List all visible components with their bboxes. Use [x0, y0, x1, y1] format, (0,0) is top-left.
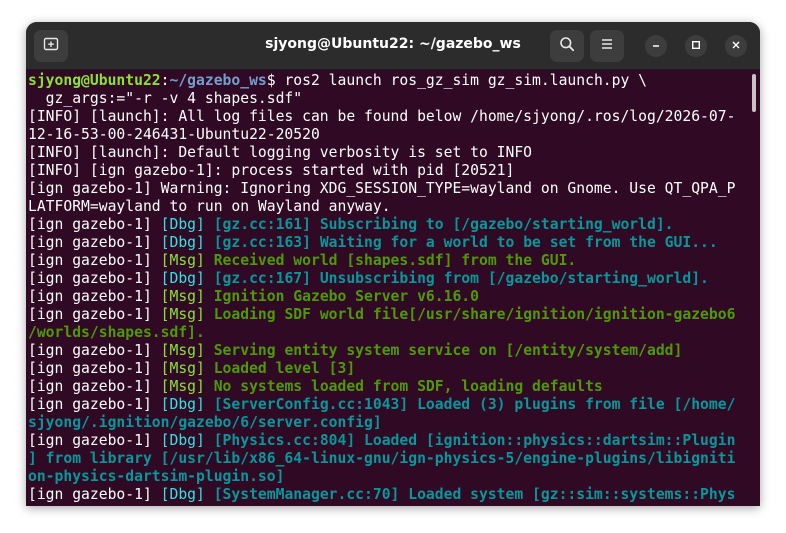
prompt-symbol: $ — [266, 72, 276, 89]
title-bar[interactable]: sjyong@Ubuntu22: ~/gazebo_ws — [26, 22, 760, 70]
terminal-line: ] from library [/usr/lib/x86_64-linux-gn… — [28, 450, 736, 467]
log-level: [Dbg] — [160, 396, 205, 413]
log-message: [gz.cc:161] Subscribing to [/gazebo/star… — [204, 216, 674, 233]
log-level: [Msg] — [160, 360, 205, 377]
command-continuation: gz_args:="-r -v 4 shapes.sdf" — [28, 90, 303, 107]
terminal-window: sjyong@Ubuntu22: ~/gazebo_ws sjyong@Ubun… — [26, 22, 760, 506]
maximize-icon — [691, 37, 701, 55]
log-message: Serving entity system service on [/entit… — [204, 342, 683, 359]
terminal-line: [ign gazebo-1] [Dbg] [SystemManager.cc:7… — [28, 486, 735, 504]
log-prefix: [ign gazebo-1] — [28, 396, 161, 413]
log-level: [Dbg] — [160, 234, 205, 251]
log-message: Ignition Gazebo Server v6.16.0 — [204, 288, 479, 305]
terminal-line: LATFORM=wayland to run on Wayland anyway… — [28, 198, 391, 215]
terminal-output[interactable]: sjyong@Ubuntu22:~/gazebo_ws$ ros2 launch… — [26, 70, 754, 506]
terminal-line: sjyong/.ignition/gazebo/6/server.config] — [28, 414, 382, 431]
log-level: [Msg] — [160, 288, 205, 305]
prompt-path: ~/gazebo_ws — [169, 72, 267, 89]
terminal-line: [ign gazebo-1] Warning: Ignoring XDG_SES… — [28, 180, 736, 197]
log-message: Loading SDF world file[/usr/share/igniti… — [204, 306, 736, 323]
terminal-line: [ign gazebo-1] [Dbg] [ServerConfig.cc:10… — [28, 396, 735, 414]
log-level: [Dbg] — [160, 270, 205, 287]
log-level: [Dbg] — [160, 486, 205, 503]
log-message: [SystemManager.cc:70] Loaded system [gz:… — [204, 486, 736, 503]
terminal-line: /worlds/shapes.sdf]. — [28, 324, 205, 341]
log-prefix: [ign gazebo-1] — [28, 216, 161, 233]
terminal-line: on-physics-dartsim-plugin.so] — [28, 468, 285, 485]
log-message: Loaded level [3] — [204, 360, 356, 377]
terminal-scrollbar[interactable] — [752, 74, 756, 112]
log-message: No systems loaded from SDF, loading defa… — [204, 378, 603, 395]
minimize-button[interactable] — [645, 35, 667, 57]
new-tab-icon — [43, 36, 59, 57]
log-prefix: [ign gazebo-1] — [28, 378, 161, 395]
log-level: [Dbg] — [160, 432, 205, 449]
log-prefix: [ign gazebo-1] — [28, 486, 161, 503]
search-button[interactable] — [550, 30, 584, 62]
terminal-line: [ign gazebo-1] [Dbg] [gz.cc:167] Unsubsc… — [28, 270, 709, 288]
log-message: [gz.cc:167] Unsubscribing from [/gazebo/… — [204, 270, 709, 287]
log-level: [Msg] — [160, 306, 205, 323]
minimize-icon — [651, 37, 661, 55]
prompt-line: sjyong@Ubuntu22:~/gazebo_ws$ ros2 launch… — [28, 72, 647, 90]
log-prefix: [ign gazebo-1] — [28, 306, 161, 323]
log-level: [Msg] — [160, 342, 205, 359]
terminal-line: [ign gazebo-1] [Msg] Serving entity syst… — [28, 342, 682, 360]
log-level: [Msg] — [160, 252, 205, 269]
log-prefix: [ign gazebo-1] — [28, 252, 161, 269]
terminal-line: [ign gazebo-1] [Msg] No systems loaded f… — [28, 378, 603, 396]
terminal-line: [ign gazebo-1] [Msg] Loading SDF world f… — [28, 306, 735, 324]
terminal-line: 12-16-53-00-246431-Ubuntu22-20520 — [28, 126, 320, 143]
terminal-line: [ign gazebo-1] [Dbg] [gz.cc:163] Waiting… — [28, 234, 718, 252]
log-prefix: [ign gazebo-1] — [28, 360, 161, 377]
close-button[interactable] — [725, 35, 747, 57]
terminal-line: [INFO] [ign gazebo-1]: process started w… — [28, 162, 515, 179]
terminal-line: [ign gazebo-1] [Dbg] [Physics.cc:804] Lo… — [28, 432, 735, 450]
log-prefix: [ign gazebo-1] — [28, 234, 161, 251]
log-prefix: [ign gazebo-1] — [28, 270, 161, 287]
terminal-line: [ign gazebo-1] [Msg] Ignition Gazebo Ser… — [28, 288, 479, 306]
log-message: [Physics.cc:804] Loaded [ignition::physi… — [204, 432, 736, 449]
close-icon — [731, 37, 741, 55]
hamburger-menu-icon — [599, 36, 615, 57]
terminal-line: [ign gazebo-1] [Dbg] [gz.cc:161] Subscri… — [28, 216, 674, 234]
log-prefix: [ign gazebo-1] — [28, 432, 161, 449]
terminal-line: [ign gazebo-1] [Msg] Received world [sha… — [28, 252, 576, 270]
log-level: [Msg] — [160, 378, 205, 395]
search-icon — [559, 36, 575, 57]
log-level: [Dbg] — [160, 216, 205, 233]
log-message: [gz.cc:163] Waiting for a world to be se… — [204, 234, 718, 251]
terminal-line: [INFO] [launch]: All log files can be fo… — [28, 108, 736, 125]
prompt-user-host: sjyong@Ubuntu22 — [28, 72, 161, 89]
log-prefix: [ign gazebo-1] — [28, 288, 161, 305]
maximize-button[interactable] — [685, 35, 707, 57]
prompt-command: ros2 launch ros_gz_sim gz_sim.launch.py … — [275, 72, 647, 89]
new-tab-button[interactable] — [34, 30, 68, 62]
log-prefix: [ign gazebo-1] — [28, 342, 161, 359]
log-message: [ServerConfig.cc:1043] Loaded (3) plugin… — [204, 396, 736, 413]
terminal-line: [INFO] [launch]: Default logging verbosi… — [28, 144, 533, 161]
terminal-line: [ign gazebo-1] [Msg] Loaded level [3] — [28, 360, 355, 378]
menu-button[interactable] — [590, 30, 624, 62]
log-message: Received world [shapes.sdf] from the GUI… — [204, 252, 577, 269]
